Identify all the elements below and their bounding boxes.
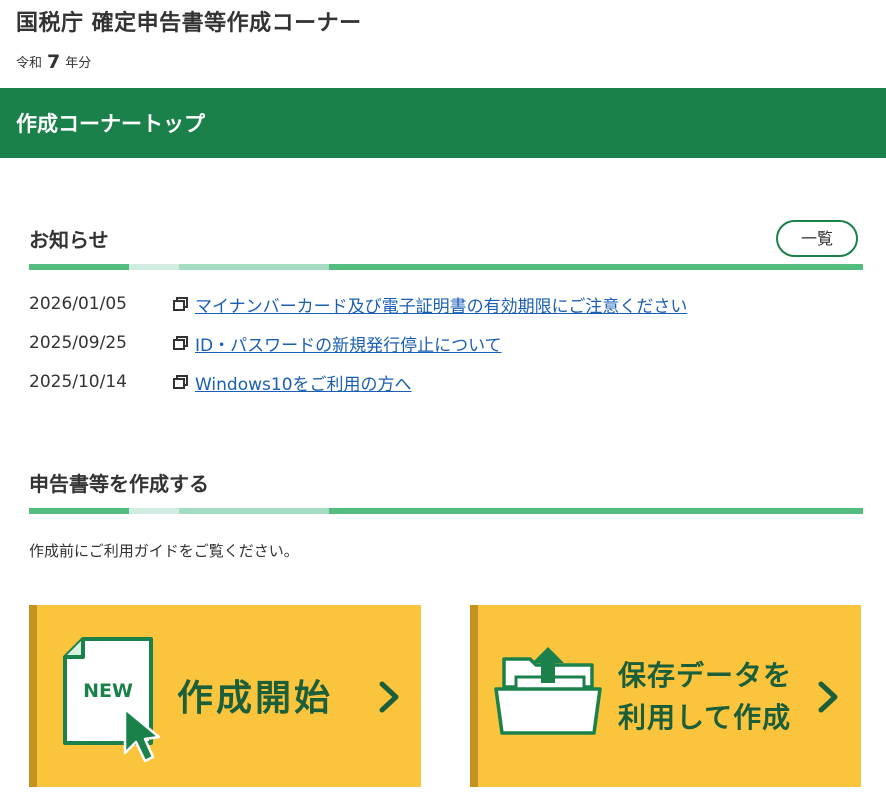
create-divider [29, 508, 863, 514]
list-item: 2025/09/25 ID・パスワードの新規発行停止について [29, 331, 502, 356]
news-link[interactable]: マイナンバーカード及び電子証明書の有効期限にご注意ください [195, 292, 687, 317]
page-title: 作成コーナートップ [16, 112, 205, 136]
era-prefix: 令和 [16, 56, 43, 71]
era-suffix: 年分 [65, 56, 92, 71]
use-saved-data-label-line2: 利用して作成 [618, 701, 792, 734]
news-link[interactable]: ID・パスワードの新規発行停止について [195, 331, 502, 356]
news-date: 2025/09/25 [29, 333, 127, 353]
new-window-icon [173, 372, 195, 392]
tax-year: 令和 7 年分 [16, 50, 92, 73]
start-creation-label: 作成開始 [177, 678, 334, 719]
notices-list-button[interactable]: 一覧 [776, 220, 858, 257]
new-document-icon: NEW [63, 637, 161, 763]
news-date: 2026/01/05 [29, 294, 127, 314]
list-item: 2026/01/05 マイナンバーカード及び電子証明書の有効期限にご注意ください [29, 292, 687, 317]
use-saved-data-label-line1: 保存データを [618, 659, 793, 692]
era-year: 7 [47, 51, 61, 73]
use-saved-data-button[interactable]: 保存データを 利用して作成 [470, 605, 861, 787]
site-title: 国税庁 確定申告書等作成コーナー [16, 11, 362, 36]
folder-upload-icon [494, 647, 602, 735]
create-heading: 申告書等を作成する [29, 472, 209, 496]
notices-divider [29, 264, 863, 270]
create-intro: 作成前にご利用ガイドをご覧ください。 [29, 542, 299, 560]
start-creation-button[interactable]: NEW 作成開始 [29, 605, 421, 787]
chevron-right-icon [818, 681, 838, 713]
news-date: 2025/10/14 [29, 372, 127, 392]
use-saved-data-label: 保存データを 利用して作成 [618, 655, 792, 739]
new-window-icon [173, 294, 195, 314]
list-item: 2025/10/14 Windows10をご利用の方へ [29, 370, 412, 395]
notices-heading: お知らせ [29, 228, 109, 252]
chevron-right-icon [379, 681, 399, 713]
new-badge: NEW [83, 680, 133, 702]
news-link[interactable]: Windows10をご利用の方へ [195, 370, 412, 395]
new-window-icon [173, 333, 195, 353]
page-banner: 作成コーナートップ [0, 88, 886, 158]
